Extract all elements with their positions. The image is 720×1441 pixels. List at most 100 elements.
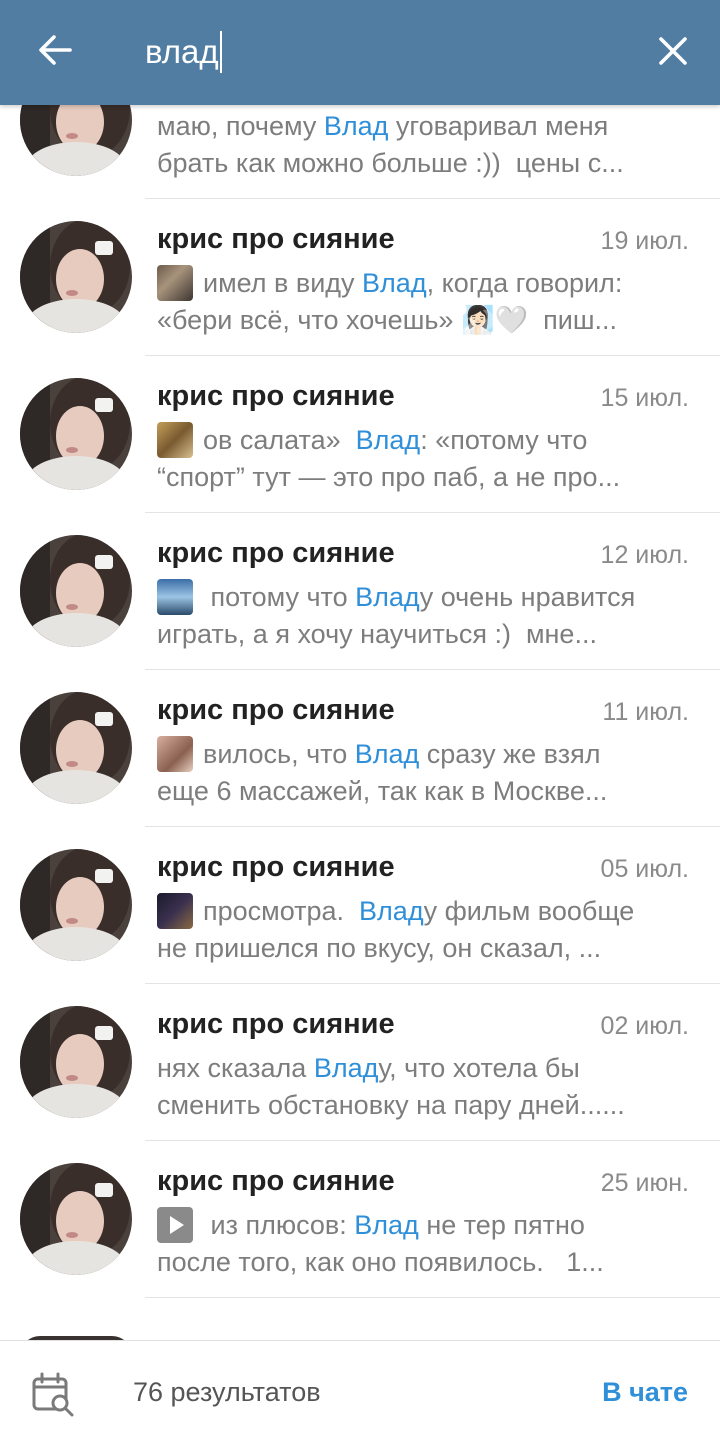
message-snippet-line-1: имел в виду Влад, когда говорил: xyxy=(157,265,687,301)
message-date: 05 июл. xyxy=(600,855,689,883)
snippet-text: ов салата» xyxy=(203,425,356,455)
search-result-row[interactable]: крис про сияние 15 июл. ов салата» Влад:… xyxy=(0,356,720,513)
search-highlight: Влад xyxy=(362,268,427,298)
avatar[interactable] xyxy=(20,378,132,490)
snippet-text: у, что хотела бы xyxy=(378,1053,580,1083)
photo-thumbnail xyxy=(157,265,193,301)
results-count: 76 результатов xyxy=(133,1377,321,1407)
photo-thumbnail xyxy=(157,579,193,615)
snippet-text: имел в виду xyxy=(203,268,363,298)
snippet-text: после того, как оно появилось. 1... xyxy=(157,1247,604,1277)
photo-thumbnail xyxy=(157,422,193,458)
in-chat-button[interactable]: В чате xyxy=(602,1377,688,1408)
search-input[interactable]: влад xyxy=(145,30,222,74)
search-highlight: Влад xyxy=(355,425,421,455)
message-date: 25 июн. xyxy=(600,1169,689,1197)
avatar-photo xyxy=(20,1006,132,1118)
snippet-text: у фильм вообще xyxy=(423,896,635,926)
snippet-text: сменить обстановку на пару дней...... xyxy=(157,1090,625,1120)
snippet-text: не пришелся по вкусу, он сказал, ... xyxy=(157,933,602,963)
message-snippet-line-2: после того, как оно появилось. 1... xyxy=(157,1244,687,1280)
message-date: 15 июл. xyxy=(600,384,689,412)
search-query: влад xyxy=(145,33,219,70)
message-snippet-line-2: играть, а я хочу научиться :) мне... xyxy=(157,616,687,652)
calendar-button[interactable] xyxy=(30,1371,76,1417)
search-highlight: Влад xyxy=(354,1210,419,1240)
video-thumbnail xyxy=(157,1207,193,1243)
snippet-text: еще 6 массажей, так как в Москве... xyxy=(157,776,608,806)
photo-thumbnail xyxy=(157,736,193,772)
text-caret xyxy=(219,31,222,73)
avatar[interactable] xyxy=(20,1006,132,1118)
snippet-text: не тер пятно xyxy=(418,1210,585,1240)
chat-title: крис про сияние xyxy=(157,223,395,255)
snippet-text: маю, почему xyxy=(157,111,324,141)
back-button[interactable] xyxy=(30,26,80,76)
message-snippet-line-1: ов салата» Влад: «потому что xyxy=(157,422,687,458)
snippet-text: играть, а я хочу научиться :) мне... xyxy=(157,619,597,649)
avatar-photo xyxy=(20,221,132,333)
message-date: 11 июл. xyxy=(602,698,689,726)
search-result-row[interactable]: крис про сияние 19 июл. имел в виду Влад… xyxy=(0,199,720,356)
avatar[interactable] xyxy=(20,1163,132,1275)
message-snippet-line-1: из плюсов: Влад не тер пятно xyxy=(157,1207,687,1243)
chat-title: крис про сияние xyxy=(157,1165,395,1197)
search-result-row[interactable]: крис про сияние 02 июл. нях сказала Влад… xyxy=(0,984,720,1141)
message-snippet-line-1: просмотра. Влад у фильм вообще xyxy=(157,893,687,929)
search-result-row[interactable]: крис про сияние 12 июл. потому что Влад у… xyxy=(0,513,720,670)
snippet-text: просмотра. xyxy=(203,896,360,926)
search-result-row[interactable]: крис про сияние 25 июн. из плюсов: Влад … xyxy=(0,1141,720,1298)
search-highlight: Влад xyxy=(359,896,424,926)
snippet-text: нях сказала xyxy=(157,1053,314,1083)
avatar[interactable] xyxy=(20,221,132,333)
search-highlight: Влад xyxy=(354,739,420,769)
avatar-photo xyxy=(20,692,132,804)
avatar-photo xyxy=(20,849,132,961)
message-snippet-line-2: “спорт” тут — это про паб, а не про... xyxy=(157,459,687,495)
snippet-text: сразу же взял xyxy=(419,739,601,769)
snippet-text: из плюсов: xyxy=(203,1210,355,1240)
snippet-text: брать как можно больше :)) цены с... xyxy=(157,148,624,178)
avatar-photo xyxy=(20,535,132,647)
message-date: 19 июл. xyxy=(600,227,689,255)
message-date: 12 июл. xyxy=(600,541,689,569)
search-highlight: Влад xyxy=(355,582,420,612)
snippet-text: у очень нравится xyxy=(419,582,636,612)
message-snippet-line-1: вилось, что Влад сразу же взял xyxy=(157,736,687,772)
arrow-left-icon xyxy=(39,35,72,65)
chat-title: крис про сияние xyxy=(157,380,395,412)
chat-title: крис про сияние xyxy=(157,694,395,726)
search-footer: 76 результатов В чате xyxy=(0,1340,720,1441)
avatar-photo xyxy=(20,1163,132,1275)
avatar[interactable] xyxy=(20,535,132,647)
snippet-text: потому что xyxy=(203,582,356,612)
message-date: 02 июл. xyxy=(600,1012,689,1040)
snippet-text: , когда говорил: xyxy=(426,268,623,298)
chat-title: крис про сияние xyxy=(157,537,395,569)
message-snippet-line-2: не пришелся по вкусу, он сказал, ... xyxy=(157,930,687,966)
close-icon xyxy=(659,37,687,65)
search-result-row[interactable]: крис про сияние 11 июл. вилось, что Влад… xyxy=(0,670,720,827)
message-snippet-line-1: маю, почему Влад уговаривал меня xyxy=(157,108,687,144)
search-highlight: Влад xyxy=(323,111,389,141)
message-snippet-line-2: сменить обстановку на пару дней...... xyxy=(157,1087,687,1123)
search-highlight: Влад xyxy=(313,1053,379,1083)
snippet-text: “спорт” тут — это про паб, а не про... xyxy=(157,462,621,492)
message-snippet-line-2: еще 6 массажей, так как в Москве... xyxy=(157,773,687,809)
calendar-search-icon xyxy=(32,1372,74,1417)
avatar-photo xyxy=(20,378,132,490)
message-snippet-line-1: нях сказала Влад у, что хотела бы xyxy=(157,1050,687,1086)
row-divider xyxy=(145,1297,720,1298)
photo-thumbnail xyxy=(157,893,193,929)
snippet-text: : «потому что xyxy=(420,425,588,455)
search-result-row[interactable]: крис про сияние 05 июл. просмотра. Влад у… xyxy=(0,827,720,984)
search-header: влад xyxy=(0,0,720,105)
search-results-list: крис про сияние 19 июл. маю, почему Влад… xyxy=(0,60,720,1298)
message-snippet-line-2: брать как можно больше :)) цены с... xyxy=(157,145,687,181)
clear-search-button[interactable] xyxy=(648,26,698,76)
play-icon xyxy=(170,1216,184,1234)
snippet-text: вилось, что xyxy=(203,739,355,769)
avatar[interactable] xyxy=(20,849,132,961)
message-snippet-line-1: потому что Влад у очень нравится xyxy=(157,579,687,615)
avatar[interactable] xyxy=(20,692,132,804)
